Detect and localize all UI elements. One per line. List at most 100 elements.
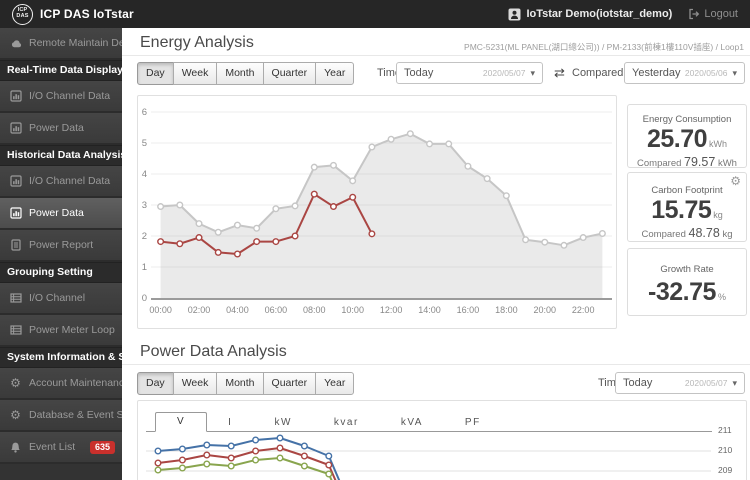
compared-select[interactable]: Yesterday 2020/05/06 ▾ xyxy=(624,62,745,84)
x-axis-label: 12:00 xyxy=(380,305,403,315)
data-point-marker xyxy=(329,161,337,169)
card-value: 15.75 kg xyxy=(628,198,746,223)
sidebar-item-label: Account Maintenance xyxy=(29,377,122,389)
range-button-day[interactable]: Day xyxy=(137,62,174,85)
sidebar-item-power-data[interactable]: Power Data xyxy=(0,198,122,230)
x-axis-label: 08:00 xyxy=(303,305,326,315)
page-title-power: Power Data Analysis xyxy=(140,343,287,360)
data-point-marker xyxy=(276,454,284,462)
tab-v[interactable]: V xyxy=(155,412,208,432)
data-point-marker xyxy=(178,445,186,453)
value-number: 25.70 xyxy=(646,125,708,153)
tab-kva[interactable]: kVA xyxy=(380,414,444,431)
tab-kw[interactable]: kW xyxy=(253,414,312,431)
tab-i[interactable]: I xyxy=(207,414,253,431)
sidebar-item-i-o-channel[interactable]: I/O Channel xyxy=(0,283,122,315)
sidebar-item-remote-maintain-devices[interactable]: Remote Maintain Devices xyxy=(0,28,122,60)
x-axis-label: 04:00 xyxy=(226,305,249,315)
user-name: IoTstar Demo(iotstar_demo) xyxy=(526,8,673,20)
time-select-value: Today xyxy=(623,377,653,389)
chevron-down-icon: ▾ xyxy=(732,377,737,388)
power-time-select[interactable]: Today 2020/05/07 ▾ xyxy=(615,372,745,394)
card-compared: Compared 79.57 kWh xyxy=(628,155,746,169)
range-button-year[interactable]: Year xyxy=(315,372,355,395)
sidebar-item-label: Power Data xyxy=(29,207,84,219)
data-point-marker xyxy=(291,202,299,210)
range-button-year[interactable]: Year xyxy=(315,62,355,85)
logo-text-bottom: DAS xyxy=(16,13,29,19)
y-axis-label: 5 xyxy=(142,138,147,149)
range-button-quarter[interactable]: Quarter xyxy=(262,372,317,395)
x-axis-label: 20:00 xyxy=(534,305,557,315)
sidebar-item-power-data[interactable]: Power Data xyxy=(0,113,122,145)
data-point-marker xyxy=(178,456,186,464)
data-point-marker xyxy=(579,234,587,242)
range-button-month[interactable]: Month xyxy=(216,372,264,395)
range-button-week[interactable]: Week xyxy=(172,62,218,85)
logout-button[interactable]: Logout xyxy=(688,8,738,20)
compared-select-date: 2020/05/06 xyxy=(684,68,728,78)
card-title: Growth Rate xyxy=(660,264,714,275)
sidebar-item-power-report[interactable]: Power Report xyxy=(0,230,122,262)
value-unit: kg xyxy=(713,210,723,220)
data-point-marker xyxy=(154,466,162,474)
sidebar-item-label: Power Report xyxy=(29,239,94,251)
data-point-marker xyxy=(502,192,510,200)
range-button-month[interactable]: Month xyxy=(216,62,264,85)
data-point-marker xyxy=(253,238,261,246)
value-number: 15.75 xyxy=(651,196,712,224)
sidebar-section-real-time-data-display: Real-Time Data Display xyxy=(0,60,122,81)
x-axis-label: 18:00 xyxy=(495,305,518,315)
data-point-marker xyxy=(178,464,186,472)
data-point-marker xyxy=(483,175,491,183)
y-axis-label: 0 xyxy=(142,293,147,304)
sidebar-section-historical-data-analysis: Historical Data Analysis xyxy=(0,145,122,166)
range-button-quarter[interactable]: Quarter xyxy=(262,62,317,85)
x-axis-label: 02:00 xyxy=(188,305,211,315)
sidebar-item-i-o-channel-data[interactable]: I/O Channel Data xyxy=(0,81,122,113)
sidebar-section-grouping-setting: Grouping Setting xyxy=(0,262,122,283)
tab-pf[interactable]: PF xyxy=(444,414,502,431)
data-point-marker xyxy=(233,221,241,229)
data-point-marker xyxy=(252,456,260,464)
compared-select-value: Yesterday xyxy=(632,67,681,79)
chart-icon xyxy=(9,207,22,220)
data-point-marker xyxy=(252,447,260,455)
swap-compare-icon[interactable]: ⇄ xyxy=(554,65,565,81)
gear-icon[interactable]: ⚙ xyxy=(730,175,741,187)
sidebar-nav: Remote Maintain Devices Real-Time Data Di… xyxy=(0,28,122,480)
sidebar-item-event-list[interactable]: Event List 635 xyxy=(0,432,122,464)
data-point-marker xyxy=(227,442,235,450)
report-icon xyxy=(9,239,22,252)
tab-kvar[interactable]: kvar xyxy=(313,414,380,431)
data-point-marker xyxy=(203,460,211,468)
data-point-marker xyxy=(154,459,162,467)
sidebar-item-power-meter-loop[interactable]: Power Meter Loop xyxy=(0,315,122,347)
user-account-button[interactable]: IoTstar Demo(iotstar_demo) xyxy=(508,8,672,21)
card-title: Carbon Footprint xyxy=(651,185,723,196)
data-point-marker xyxy=(300,462,308,470)
sidebar-item-i-o-channel-data[interactable]: I/O Channel Data xyxy=(0,166,122,198)
energy-consumption-card: Energy Consumption 25.70 kWh Compared 79.… xyxy=(627,104,747,169)
data-point-marker xyxy=(252,436,260,444)
cloud-icon xyxy=(9,37,22,50)
chart-icon xyxy=(9,122,22,135)
card-value: 25.70 kWh xyxy=(628,127,746,152)
time-select-value: Today xyxy=(404,67,434,79)
sidebar-item-account-maintenance[interactable]: ⚙ Account Maintenance xyxy=(0,368,122,400)
data-point-marker xyxy=(541,238,549,246)
chart-icon xyxy=(9,90,22,103)
range-button-week[interactable]: Week xyxy=(172,372,218,395)
range-button-day[interactable]: Day xyxy=(137,372,174,395)
x-axis-label: 16:00 xyxy=(457,305,480,315)
brand-title: ICP DAS IoTstar xyxy=(40,7,134,21)
time-select[interactable]: Today 2020/05/07 ▾ xyxy=(396,62,543,84)
logout-icon xyxy=(689,8,700,20)
breadcrumb: PMC-5231(ML PANEL(湖口總公司)) / PM-2133(前棟1樓… xyxy=(464,42,744,52)
gear-icon: ⚙ xyxy=(10,376,21,390)
data-point-marker xyxy=(154,447,162,455)
sidebar-item-database-event-setting[interactable]: ⚙ Database & Event Setting xyxy=(0,400,122,432)
data-point-marker xyxy=(157,238,165,246)
data-point-marker xyxy=(227,462,235,470)
energy-consumption-chart: 0 1 2 3 4 5 6 00:00 02:00 04:00 06:00 08:00 10:00 12:… xyxy=(142,107,612,315)
